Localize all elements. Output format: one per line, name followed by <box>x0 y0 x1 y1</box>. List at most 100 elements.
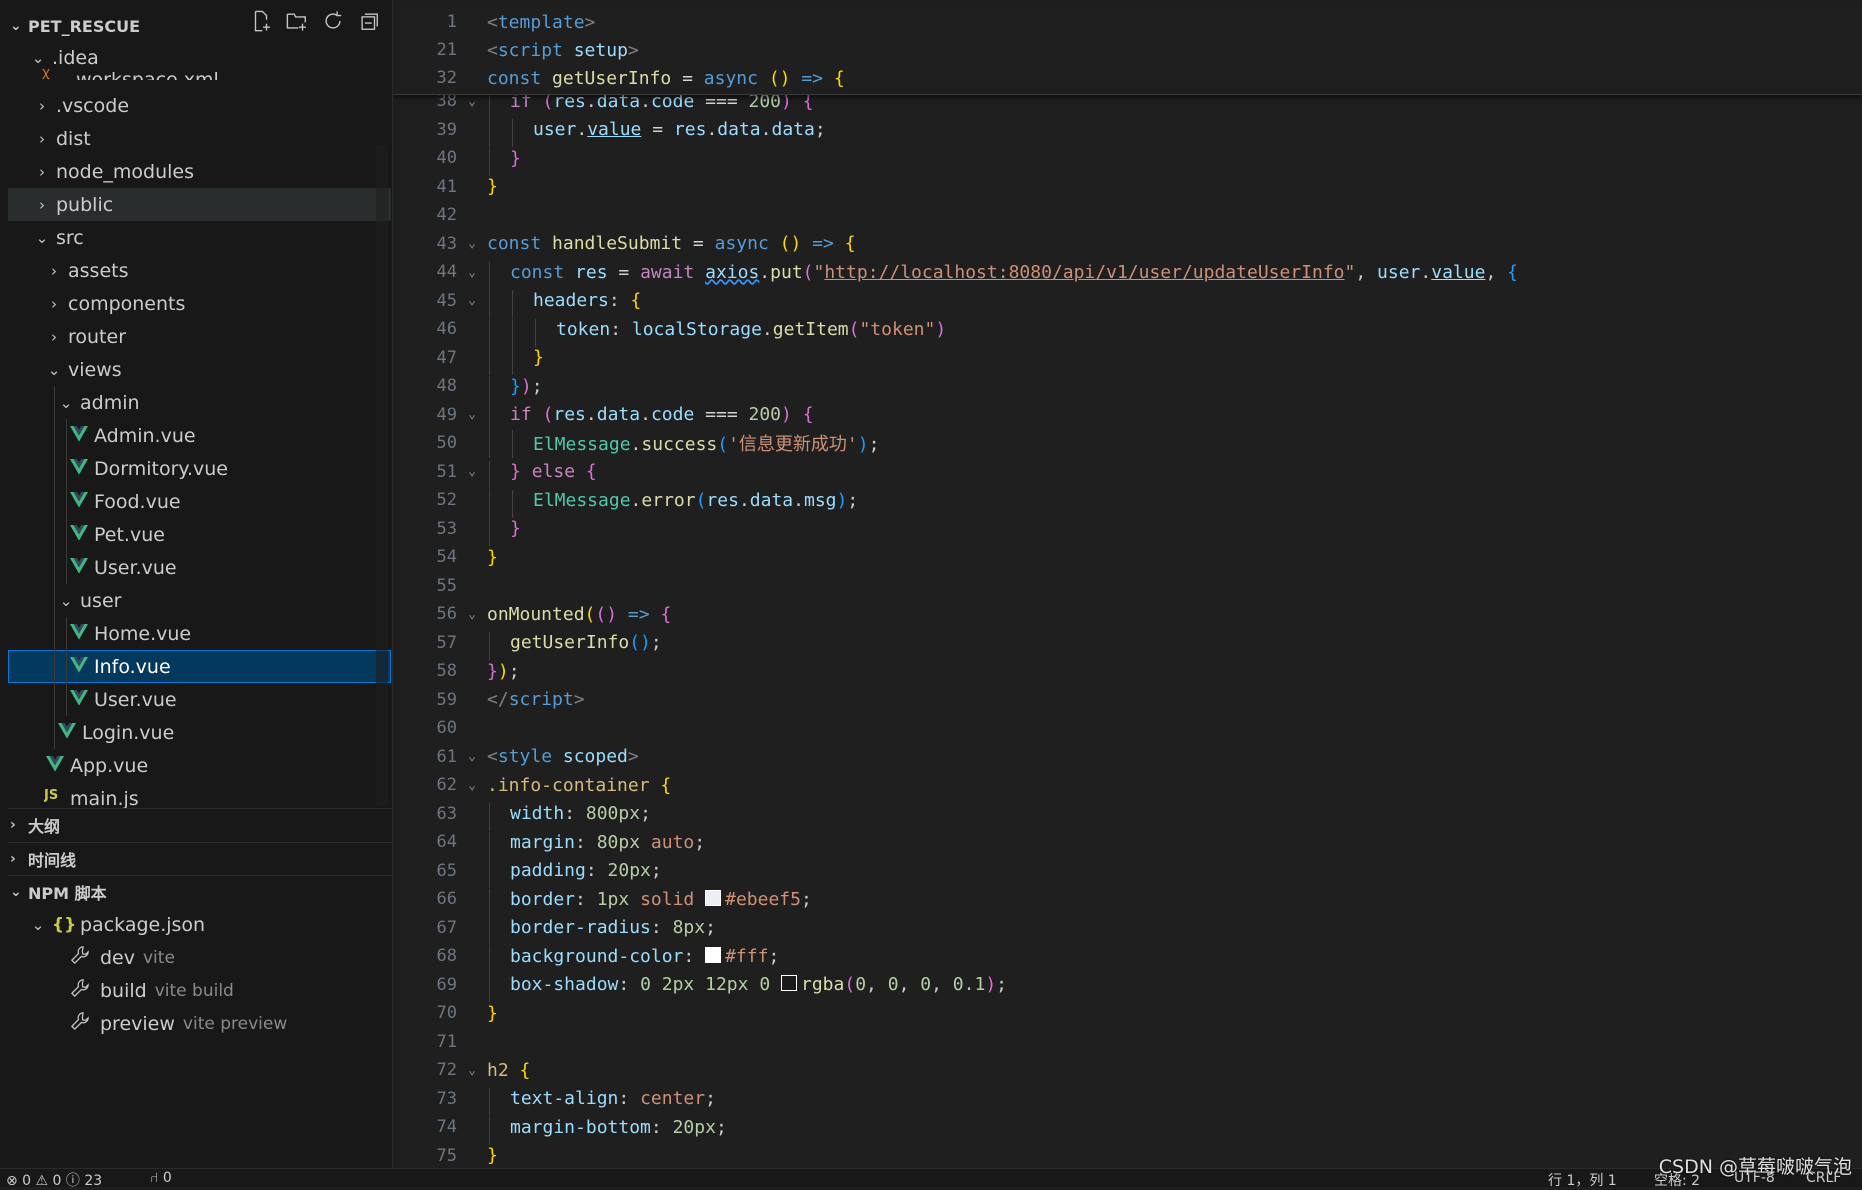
line-code: headers: { <box>487 290 641 318</box>
fold-chevron-icon[interactable]: ⌄ <box>457 94 487 109</box>
tree-item-workspace-xml[interactable]: ꭓ workspace.xml <box>42 64 392 80</box>
sticky-line[interactable]: <template> <box>487 12 595 33</box>
refresh-icon[interactable] <box>322 10 344 32</box>
fold-chevron-icon[interactable]: ⌄ <box>457 749 487 764</box>
chevron-down-icon: ⌄ <box>31 915 45 934</box>
code-line[interactable]: 52 ElMessage.error(res.data.msg); <box>393 486 1862 518</box>
code-line[interactable]: 48}); <box>393 372 1862 404</box>
chevron-right-icon: › <box>10 817 16 833</box>
line-number: 53 <box>436 518 457 539</box>
npm-script-build[interactable]: build vite build <box>70 974 392 1007</box>
sticky-scroll[interactable]: 1 <template> 21 <script setup> 32 const get… <box>393 8 1862 95</box>
code-line[interactable]: 68 background-color: #fff; <box>393 942 1862 974</box>
tree-item-admin-vue[interactable]: Admin.vue <box>70 419 392 452</box>
tree-item-home-vue[interactable]: Home.vue <box>70 617 392 650</box>
npm-script-dev[interactable]: dev vite <box>70 941 392 974</box>
code-line[interactable]: 45 ⌄ headers: { <box>393 287 1862 318</box>
code-line[interactable]: 49 ⌄ if (res.data.code === 200) { <box>393 401 1862 432</box>
fold-chevron-icon[interactable]: ⌄ <box>457 407 487 422</box>
js-icon: JS <box>44 788 59 803</box>
tree-item-vscode[interactable]: › .vscode <box>34 89 392 122</box>
code-line[interactable]: 47} <box>393 344 1862 375</box>
line-code: } <box>487 546 498 568</box>
code-editor[interactable]: 1 <template> 21 <script setup> 32 const get… <box>393 0 1862 1168</box>
fold-chevron-icon[interactable]: ⌄ <box>457 236 487 251</box>
code-line[interactable]: 65 padding: 20px; <box>393 857 1862 888</box>
line-code: margin-bottom: 20px; <box>487 1116 727 1145</box>
line-code: const handleSubmit = async () => { <box>487 233 856 254</box>
tree-item-dormitory-vue[interactable]: Dormitory.vue <box>70 452 392 485</box>
chevron-right-icon: › <box>39 96 45 115</box>
tree-item-node-modules[interactable]: › node_modules <box>34 155 392 188</box>
code-line[interactable]: 53} <box>393 515 1862 546</box>
tree-item-router[interactable]: › router <box>46 320 392 353</box>
fold-chevron-icon[interactable]: ⌄ <box>457 778 487 793</box>
code-line[interactable]: 59 </script> <box>393 686 1862 714</box>
line-number: 60 <box>436 718 457 738</box>
code-line[interactable]: 39 user.value = res.data.data; <box>393 116 1862 147</box>
code-line[interactable]: 44 ⌄ const res = await axios.put("http://l… <box>393 258 1862 290</box>
code-line[interactable]: 46 token: localStorage.getItem("token") <box>393 315 1862 347</box>
code-line[interactable]: 71 <box>393 1028 1862 1056</box>
code-line[interactable]: 40} <box>393 144 1862 176</box>
code-line[interactable]: 43 ⌄ const handleSubmit = async () => { <box>393 230 1862 258</box>
tree-item-assets[interactable]: › assets <box>46 254 392 287</box>
npm-script-preview[interactable]: preview vite preview <box>70 1007 392 1040</box>
code-line[interactable]: 64 margin: 80px auto; <box>393 828 1862 860</box>
code-line[interactable]: 67 border-radius: 8px; <box>393 914 1862 945</box>
problems-indicator[interactable]: ⊗ 0 ⚠ 0 ⓘ 23 <box>6 1170 102 1190</box>
timeline-section-header[interactable]: › 时间线 <box>10 843 76 875</box>
explorer-root-header[interactable]: ⌄ PET_RESCUE <box>10 10 140 42</box>
fold-chevron-icon[interactable]: ⌄ <box>457 265 487 280</box>
code-line[interactable]: 55 <box>393 572 1862 600</box>
code-line[interactable]: 51 ⌄} else { <box>393 458 1862 489</box>
code-line[interactable]: 61 ⌄ <style scoped> <box>393 743 1862 771</box>
code-line[interactable]: 60 <box>393 714 1862 742</box>
collapse-all-icon[interactable] <box>358 10 380 32</box>
tree-item-pet-vue[interactable]: Pet.vue <box>70 518 392 551</box>
npm-section-header[interactable]: ⌄ NPM 脚本 <box>10 876 107 908</box>
npm-package-json[interactable]: ⌄ {} package.json <box>30 908 392 941</box>
tree-item-components[interactable]: › components <box>46 287 392 320</box>
code-line[interactable]: 74 margin-bottom: 20px; <box>393 1113 1862 1145</box>
code-line[interactable]: 57 getUserInfo(); <box>393 629 1862 660</box>
cursor-position[interactable]: 行 1，列 1 <box>1548 1170 1617 1190</box>
code-line[interactable]: 54} <box>393 543 1862 571</box>
fold-chevron-icon[interactable]: ⌄ <box>457 607 487 622</box>
tree-item-user-user-vue[interactable]: User.vue <box>70 683 392 716</box>
line-number: 73 <box>436 1088 457 1109</box>
ports-indicator[interactable]: ⑁ 0 <box>150 1170 172 1186</box>
code-line[interactable]: 56 ⌄ onMounted(() => { <box>393 600 1862 628</box>
sticky-line[interactable]: const getUserInfo = async () => { <box>487 68 845 89</box>
fold-chevron-icon[interactable]: ⌄ <box>457 1063 487 1078</box>
code-line[interactable]: 73 text-align: center; <box>393 1085 1862 1116</box>
tree-item-user[interactable]: ⌄ user <box>58 584 392 617</box>
tree-item-admin-user-vue[interactable]: User.vue <box>70 551 392 584</box>
code-line[interactable]: 63 width: 800px; <box>393 800 1862 831</box>
sticky-line[interactable]: <script setup> <box>487 40 639 61</box>
tree-item-food-vue[interactable]: Food.vue <box>70 485 392 518</box>
fold-chevron-icon[interactable]: ⌄ <box>457 464 487 479</box>
code-line[interactable]: 58}); <box>393 657 1862 685</box>
new-file-icon[interactable] <box>250 10 272 32</box>
tree-item-app-vue[interactable]: App.vue <box>46 749 392 782</box>
outline-section-header[interactable]: › 大纲 <box>10 809 60 841</box>
tree-scrollbar[interactable] <box>376 145 388 805</box>
code-line[interactable]: 75} <box>393 1142 1862 1169</box>
tree-item-public[interactable]: › public <box>8 188 391 221</box>
new-folder-icon[interactable] <box>286 10 308 32</box>
code-line[interactable]: 62 ⌄ .info-container { <box>393 771 1862 799</box>
tree-item-dist[interactable]: › dist <box>34 122 392 155</box>
tree-item-login-vue[interactable]: Login.vue <box>58 716 392 749</box>
code-line[interactable]: 42 <box>393 201 1862 229</box>
code-line[interactable]: 50 ElMessage.success('信息更新成功'); <box>393 429 1862 458</box>
code-line[interactable]: 66 border: 1px solid #ebeef5; <box>393 885 1862 917</box>
tree-item-src[interactable]: ⌄ src <box>34 221 392 254</box>
code-line[interactable]: 72 ⌄ h2 { <box>393 1056 1862 1084</box>
code-line[interactable]: 69 box-shadow: 0 2px 12px 0 rgba(0, 0, 0,… <box>393 971 1862 1002</box>
tree-item-admin[interactable]: ⌄ admin <box>58 386 392 419</box>
code-line[interactable]: 41} <box>393 173 1862 201</box>
tree-item-views[interactable]: ⌄ views <box>46 353 392 386</box>
fold-chevron-icon[interactable]: ⌄ <box>457 293 487 308</box>
code-line[interactable]: 70} <box>393 999 1862 1027</box>
